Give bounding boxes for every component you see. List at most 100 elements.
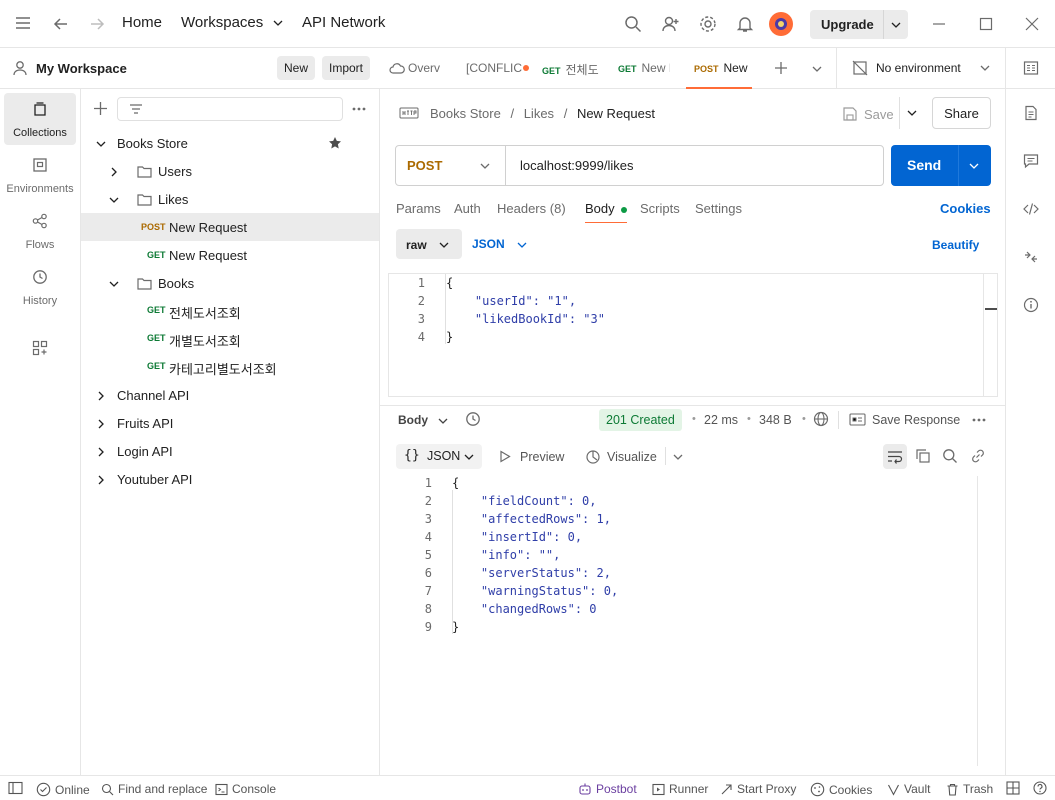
filter-input[interactable]: [117, 97, 343, 121]
plus-icon[interactable]: [93, 101, 108, 116]
api-network-link[interactable]: API Network: [302, 14, 385, 31]
related-collections-icon[interactable]: [1023, 249, 1039, 265]
workspaces-menu[interactable]: Workspaces: [181, 14, 283, 31]
collection-channel-api[interactable]: Channel API: [81, 381, 379, 409]
tab-headers[interactable]: Headers (8): [497, 201, 566, 216]
find-replace-button[interactable]: Find and replace: [101, 782, 207, 796]
code-icon[interactable]: [1023, 201, 1039, 217]
start-proxy-button[interactable]: Start Proxy: [720, 782, 796, 796]
method-selector[interactable]: POST: [396, 146, 506, 185]
chevron-down-icon[interactable]: [673, 452, 683, 462]
maximize-icon[interactable]: [979, 17, 993, 31]
send-button[interactable]: Send: [891, 145, 991, 186]
url-input[interactable]: localhost:9999/likes: [520, 158, 633, 173]
tab-post-new-request[interactable]: POST New: [686, 48, 752, 89]
tab-settings[interactable]: Settings: [695, 201, 742, 216]
tab-get-books-all[interactable]: GET 전체도: [542, 48, 604, 89]
request-get-books-category[interactable]: GET 카테고리별도서조회: [81, 352, 379, 380]
scrollbar-thumb[interactable]: [985, 308, 997, 310]
preview-button[interactable]: Preview: [499, 448, 569, 466]
invite-user-icon[interactable]: [662, 15, 680, 33]
tab-params[interactable]: Params: [396, 201, 441, 216]
nav-flows[interactable]: Flows: [4, 205, 76, 257]
response-size[interactable]: 348 B: [759, 413, 792, 427]
folder-books[interactable]: Books: [81, 269, 379, 297]
configure-workspace-icon[interactable]: [32, 340, 48, 356]
response-body-viewer[interactable]: 1{ 2 "fieldCount": 0, 3 "affectedRows": …: [388, 476, 998, 771]
save-button[interactable]: Save: [842, 99, 900, 129]
breadcrumb-folder[interactable]: Likes: [524, 106, 554, 121]
copy-icon[interactable]: [915, 448, 931, 464]
new-tab-plus-icon[interactable]: [774, 61, 788, 75]
info-icon[interactable]: [1023, 297, 1039, 313]
response-time[interactable]: 22 ms: [704, 413, 738, 427]
vault-button[interactable]: Vault: [887, 782, 930, 796]
online-status[interactable]: Online: [36, 782, 90, 797]
chevron-down-icon[interactable]: [969, 161, 979, 171]
visualize-button[interactable]: Visualize: [585, 447, 685, 465]
environment-selector[interactable]: No environment: [850, 48, 1000, 88]
globe-icon[interactable]: [813, 411, 829, 427]
runner-button[interactable]: Runner: [652, 782, 708, 796]
star-icon[interactable]: [328, 136, 342, 150]
folder-users[interactable]: Users: [81, 157, 379, 185]
search-icon[interactable]: [942, 448, 958, 464]
nav-history[interactable]: History: [4, 261, 76, 313]
beautify-button[interactable]: Beautify: [932, 238, 979, 252]
console-button[interactable]: Console: [215, 782, 276, 796]
nav-environments[interactable]: Environments: [4, 149, 76, 201]
request-post-new-request[interactable]: POST New Request: [81, 213, 379, 241]
postbot-button[interactable]: Postbot: [578, 782, 637, 796]
breadcrumb-request[interactable]: New Request: [577, 106, 655, 121]
tabs-dropdown-chevron-icon[interactable]: [812, 64, 822, 74]
scrollbar-track[interactable]: [977, 476, 978, 766]
avatar[interactable]: [769, 12, 793, 36]
menu-icon[interactable]: [14, 16, 32, 30]
chevron-down-icon[interactable]: [891, 20, 901, 30]
new-button[interactable]: New: [277, 56, 316, 80]
response-format-dropdown[interactable]: {} JSON: [396, 444, 482, 469]
search-icon[interactable]: [624, 15, 642, 33]
wrap-lines-button[interactable]: [883, 444, 907, 469]
environment-quick-look-icon[interactable]: [1023, 60, 1039, 76]
request-get-books-all[interactable]: GET 전체도서조회: [81, 296, 379, 324]
more-options-icon[interactable]: [972, 418, 986, 422]
home-link[interactable]: Home: [122, 14, 162, 31]
more-options-icon[interactable]: [352, 107, 366, 111]
nav-collections[interactable]: Collections: [4, 93, 76, 145]
bell-icon[interactable]: [736, 15, 754, 33]
forward-arrow-icon[interactable]: [88, 15, 106, 33]
documentation-icon[interactable]: [1023, 105, 1039, 121]
minimize-icon[interactable]: [932, 17, 946, 31]
save-options-chevron-icon[interactable]: [907, 108, 917, 118]
scrollbar-track[interactable]: [983, 274, 984, 396]
collection-youtuber-api[interactable]: Youtuber API: [81, 465, 379, 493]
layout-grid-icon[interactable]: [1006, 781, 1020, 795]
close-icon[interactable]: [1025, 17, 1039, 31]
link-icon[interactable]: [970, 448, 986, 464]
collection-books-store[interactable]: Books Store: [81, 129, 379, 157]
collection-fruits-api[interactable]: Fruits API: [81, 409, 379, 437]
tab-scripts[interactable]: Scripts: [640, 201, 680, 216]
request-get-new-request[interactable]: GET New Request: [81, 241, 379, 269]
help-icon[interactable]: [1033, 781, 1047, 795]
tab-overview[interactable]: Overv: [388, 48, 454, 89]
back-arrow-icon[interactable]: [52, 15, 70, 33]
request-get-books-single[interactable]: GET 개별도서조회: [81, 324, 379, 352]
collection-login-api[interactable]: Login API: [81, 437, 379, 465]
gear-icon[interactable]: [699, 15, 717, 33]
breadcrumb-collection[interactable]: Books Store: [430, 106, 501, 121]
body-type-raw-dropdown[interactable]: raw: [396, 229, 462, 259]
response-body-dropdown[interactable]: Body: [398, 413, 450, 429]
toggle-sidebar-icon[interactable]: [8, 781, 23, 795]
tab-auth[interactable]: Auth: [454, 201, 481, 216]
response-history-icon[interactable]: [465, 411, 481, 427]
tab-body[interactable]: Body: [585, 201, 628, 223]
tab-conflict[interactable]: [CONFLIC: [466, 48, 532, 89]
request-body-editor[interactable]: 1{ 2 "userId": "1", 3 "likedBookId": "3"…: [388, 273, 998, 397]
folder-likes[interactable]: Likes: [81, 185, 379, 213]
comments-icon[interactable]: [1023, 153, 1039, 169]
tab-get-new-request[interactable]: GET New F: [618, 48, 670, 89]
cookies-link[interactable]: Cookies: [940, 201, 991, 216]
trash-button[interactable]: Trash: [946, 782, 993, 796]
